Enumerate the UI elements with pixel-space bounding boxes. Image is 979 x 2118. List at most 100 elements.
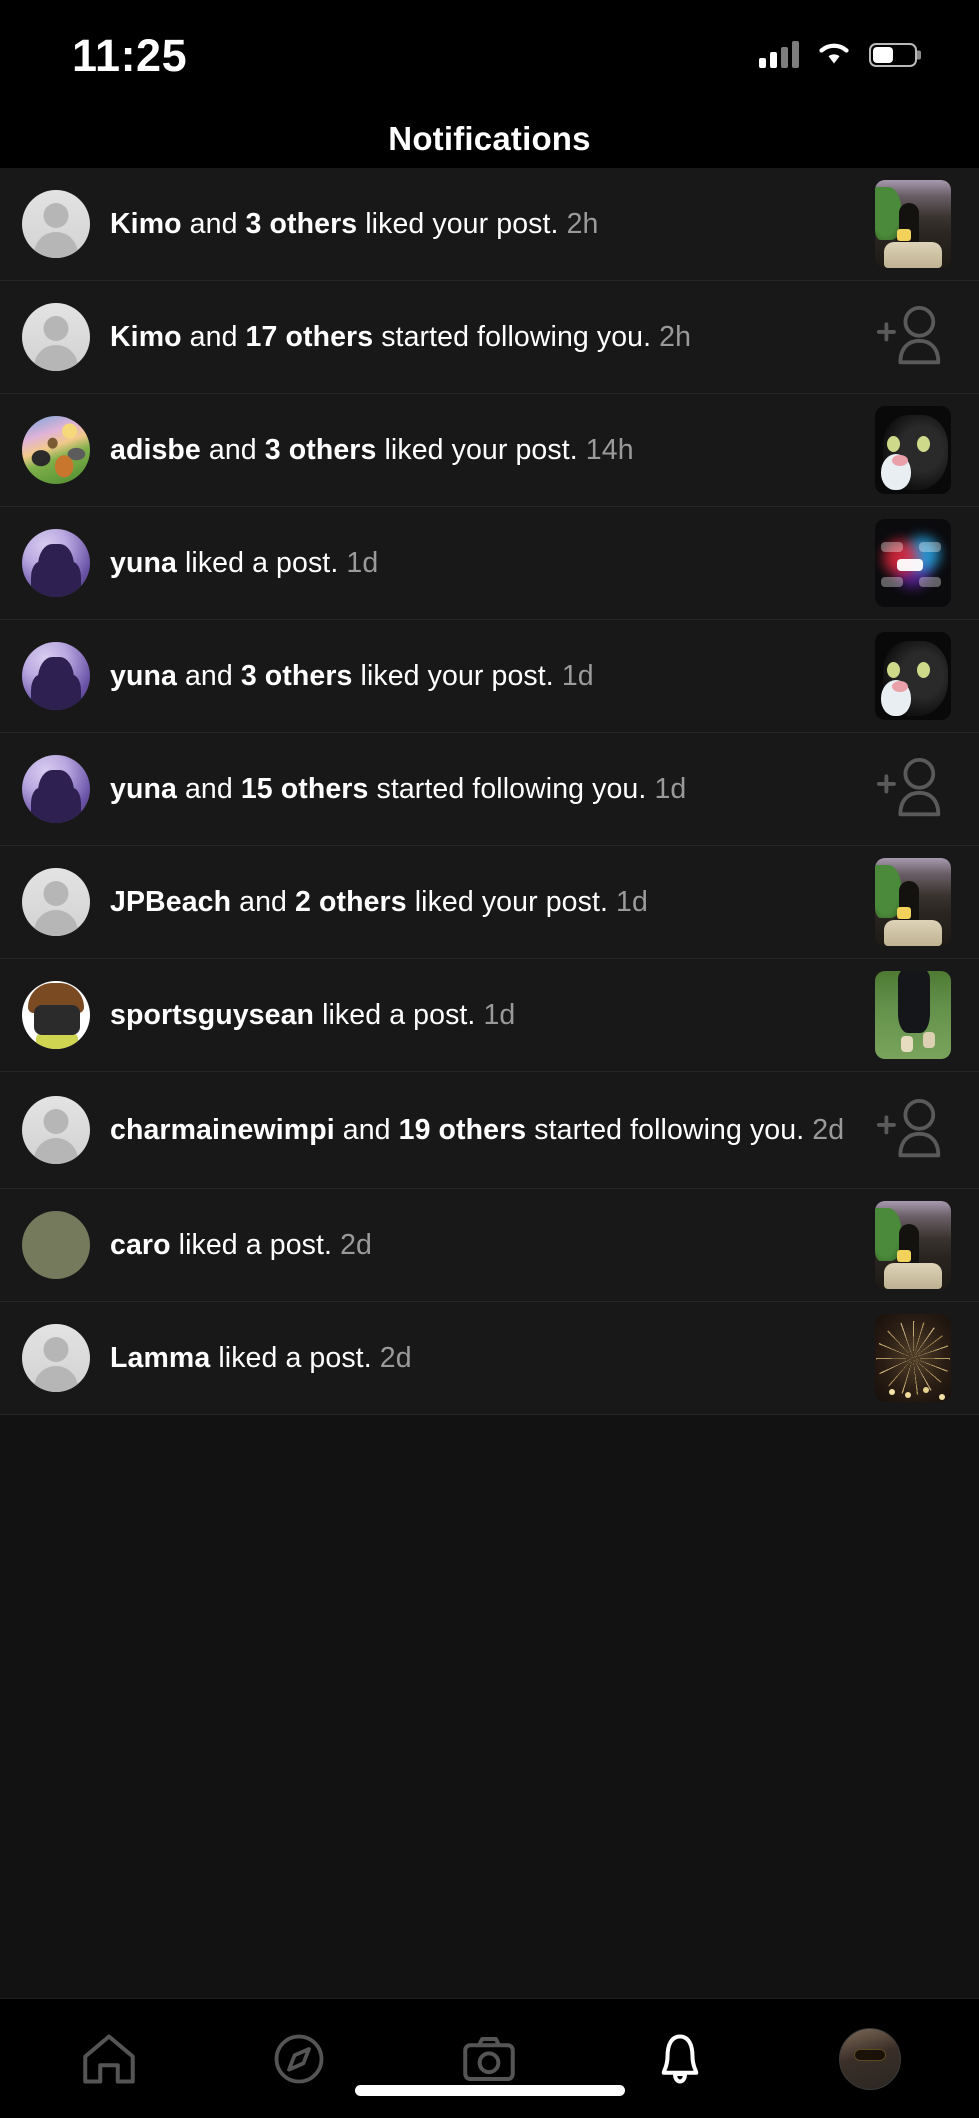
notification-text: yuna and 3 others liked your post. 1d	[110, 659, 594, 692]
notification-text: Kimo and 3 others liked your post. 2h	[110, 207, 599, 240]
post-thumbnail[interactable]	[875, 632, 951, 720]
notification-others-count: 17 others	[245, 320, 374, 353]
notification-action: liked a post.	[178, 1228, 333, 1261]
default-avatar[interactable]	[22, 190, 90, 258]
post-thumbnail[interactable]	[875, 971, 951, 1059]
purple-silhouette-avatar[interactable]	[22, 755, 90, 823]
photographer-avatar[interactable]	[22, 981, 90, 1049]
notification-username[interactable]: Lamma	[110, 1342, 210, 1374]
tab-home[interactable]	[67, 2020, 151, 2098]
notification-username[interactable]: yuna	[110, 773, 177, 805]
notification-text: Kimo and 17 others started following you…	[110, 320, 692, 353]
notification-action: liked your post.	[414, 885, 608, 918]
notification-action: started following you.	[534, 1113, 805, 1146]
notification-action: started following you.	[376, 772, 647, 805]
notification-row[interactable]: Kimo and 17 others started following you…	[0, 281, 979, 394]
notification-username[interactable]: JPBeach	[110, 886, 231, 918]
home-indicator	[354, 2085, 625, 2096]
post-thumbnail[interactable]	[875, 180, 951, 268]
post-thumbnail[interactable]	[875, 1314, 951, 1402]
notification-timestamp: 2h	[566, 207, 599, 240]
notification-row[interactable]: yuna and 15 others started following you…	[0, 733, 979, 846]
default-avatar[interactable]	[22, 303, 90, 371]
notification-text: caro liked a post. 2d	[110, 1225, 875, 1265]
purple-silhouette-avatar[interactable]	[22, 642, 90, 710]
page-header: Notifications	[0, 110, 979, 168]
notification-timestamp: 2d	[379, 1341, 412, 1374]
notification-row[interactable]: sportsguysean liked a post. 1d	[0, 959, 979, 1072]
tab-notifications[interactable]	[638, 2020, 722, 2098]
add-person-icon	[876, 757, 941, 817]
notification-text: charmainewimpi and 19 others started fol…	[110, 1113, 845, 1146]
follow-back-button[interactable]	[875, 1092, 951, 1168]
notification-timestamp: 1d	[654, 772, 687, 805]
notification-text: sportsguysean liked a post. 1d	[110, 995, 875, 1035]
status-bar: 11:25	[0, 0, 979, 110]
notification-text: adisbe and 3 others liked your post. 14h	[110, 433, 634, 466]
notification-row[interactable]: caro liked a post. 2d	[0, 1189, 979, 1302]
notification-timestamp: 2h	[659, 320, 692, 353]
notification-others-count: 3 others	[264, 433, 377, 466]
default-avatar[interactable]	[22, 868, 90, 936]
notification-username[interactable]: yuna	[110, 547, 177, 579]
notification-row[interactable]: Kimo and 3 others liked your post. 2h	[0, 168, 979, 281]
notifications-list[interactable]: Kimo and 3 others liked your post. 2h Kim…	[0, 168, 979, 1998]
notification-timestamp: 1d	[616, 885, 648, 918]
notification-username[interactable]: Kimo	[110, 321, 182, 353]
notification-action: started following you.	[381, 320, 652, 353]
notification-row[interactable]: adisbe and 3 others liked your post. 14h	[0, 394, 979, 507]
home-icon	[83, 2034, 135, 2083]
post-thumbnail[interactable]	[875, 1201, 951, 1289]
explore-compass-icon	[274, 2034, 324, 2083]
purple-silhouette-avatar[interactable]	[22, 529, 90, 597]
notification-timestamp: 1d	[483, 998, 516, 1031]
follow-back-button[interactable]	[875, 751, 951, 827]
notification-username[interactable]: Kimo	[110, 208, 182, 240]
status-bar-indicators	[759, 41, 917, 68]
default-avatar[interactable]	[22, 1096, 90, 1164]
post-thumbnail[interactable]	[875, 858, 951, 946]
battery-icon	[869, 43, 917, 67]
notification-timestamp: 2d	[340, 1228, 372, 1261]
notification-row[interactable]: charmainewimpi and 19 others started fol…	[0, 1072, 979, 1189]
camera-icon	[463, 2036, 516, 2081]
tab-profile[interactable]	[828, 2020, 912, 2098]
notification-action: liked your post.	[384, 433, 578, 466]
page-title: Notifications	[388, 120, 591, 157]
wifi-icon	[819, 43, 849, 64]
notifications-bell-icon	[661, 2034, 698, 2083]
notification-others-count: 15 others	[240, 772, 369, 805]
notification-others-count: 19 others	[398, 1113, 527, 1146]
notifications-screen: 11:25 Notifications Kimo and 3 others li…	[0, 0, 979, 2118]
add-person-icon	[876, 305, 941, 365]
jungle-avatar[interactable]	[22, 416, 90, 484]
notification-timestamp: 1d	[561, 659, 594, 692]
notification-username[interactable]: caro	[110, 1229, 171, 1261]
post-thumbnail[interactable]	[875, 406, 951, 494]
notification-action: liked a post.	[184, 546, 339, 579]
notification-timestamp: 2d	[812, 1113, 845, 1146]
default-avatar[interactable]	[22, 1324, 90, 1392]
notification-text: yuna liked a post. 1d	[110, 543, 875, 583]
notification-row[interactable]: yuna liked a post. 1d	[0, 507, 979, 620]
post-thumbnail[interactable]	[875, 519, 951, 607]
cellular-signal-icon	[759, 41, 799, 68]
follow-back-button[interactable]	[875, 299, 951, 375]
notification-action: liked your post.	[365, 207, 559, 240]
notification-row[interactable]: JPBeach and 2 others liked your post. 1d	[0, 846, 979, 959]
notification-row[interactable]: yuna and 3 others liked your post. 1d	[0, 620, 979, 733]
notification-text: JPBeach and 2 others liked your post. 1d	[110, 885, 648, 918]
notification-action: liked your post.	[360, 659, 554, 692]
olive-avatar[interactable]	[22, 1211, 90, 1279]
notification-username[interactable]: sportsguysean	[110, 999, 314, 1031]
notification-action: liked a post.	[322, 998, 476, 1031]
profile-avatar	[838, 2027, 901, 2090]
notification-row[interactable]: Lamma liked a post. 2d	[0, 1302, 979, 1415]
notification-username[interactable]: yuna	[110, 660, 177, 692]
notification-username[interactable]: adisbe	[110, 434, 201, 466]
tab-explore[interactable]	[257, 2020, 341, 2098]
notification-action: liked a post.	[218, 1341, 372, 1374]
bottom-tab-bar	[0, 1998, 979, 2118]
notification-timestamp: 1d	[346, 546, 379, 579]
notification-username[interactable]: charmainewimpi	[110, 1114, 335, 1146]
